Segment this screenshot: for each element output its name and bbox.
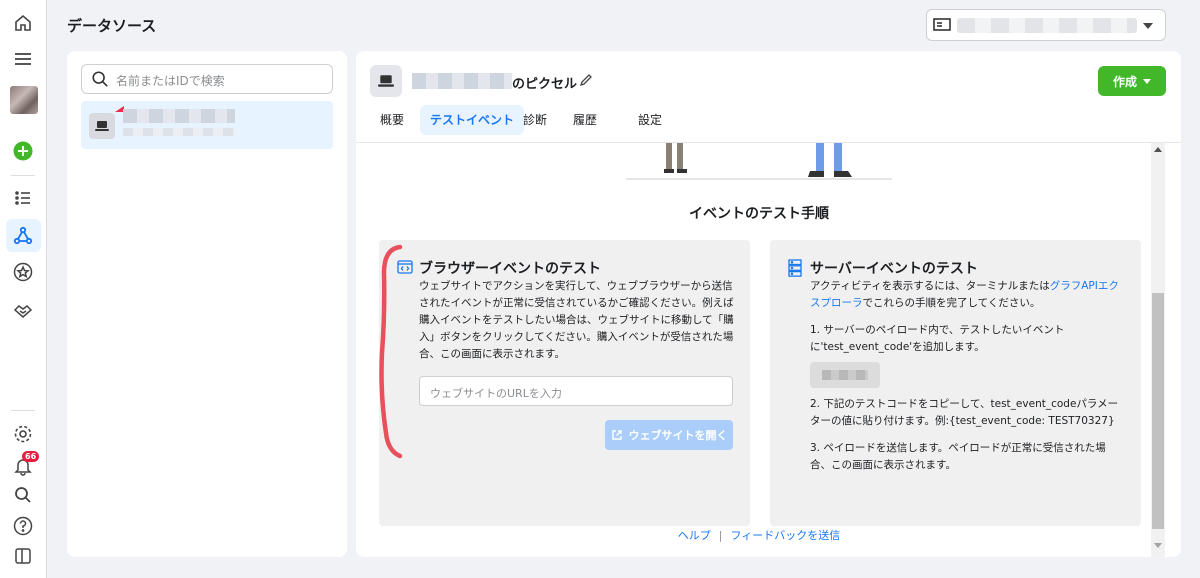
test-code-redacted[interactable] [810,362,880,388]
notification-badge: 66 [22,451,40,462]
card-title: ブラウザーイベントのテスト [419,261,601,277]
open-website-label: ウェブサイトを開く [628,429,728,442]
server-instructions: アクティビティを表示するには、ターミナルまたはグラフAPIエクスプローラでこれら… [810,278,1126,474]
page-title: データソース [67,17,157,35]
home-icon[interactable] [12,12,34,34]
chevron-down-icon [1143,78,1151,84]
left-nav-rail: 66 [0,0,47,578]
list-item[interactable] [81,101,333,149]
tab-history[interactable]: 履歴 [563,105,607,135]
tab-test-events[interactable]: テストイベント [420,105,525,135]
computer-icon [89,113,115,139]
pixel-name: のピクセル [512,77,578,92]
handshake-icon[interactable] [12,300,34,322]
help-link[interactable]: ヘルプ [678,529,711,542]
avatar[interactable] [10,86,38,114]
browser-event-test-card: ブラウザーイベントのテスト ウェブサイトでアクションを実行して、ウェブブラウザー… [379,240,750,526]
source-name-redacted [123,109,235,123]
star-icon[interactable] [12,261,34,283]
search-input[interactable]: 名前またはIDで検索 [81,64,333,94]
add-icon[interactable] [12,140,34,162]
search-placeholder: 名前またはIDで検索 [116,74,225,88]
card-description: ウェブサイトでアクションを実行して、ウェブブラウザーから送信されたイベントが正常… [419,280,734,360]
pixel-name-redacted [412,73,512,89]
footer-separator: | [718,529,723,542]
sidebar-toggle-icon[interactable] [12,545,34,567]
section-title: イベントのテスト手順 [689,206,829,222]
settings-icon[interactable] [12,423,34,445]
tab-settings[interactable]: 設定 [628,105,672,135]
source-id-redacted [123,128,235,136]
help-icon[interactable] [12,515,34,537]
tab-overview[interactable]: 概要 [370,105,414,135]
server-intro-text-end: でこれらの手順を完了してください。 [862,297,1041,309]
create-button-label: 作成 [1112,74,1137,89]
edit-pencil-icon[interactable] [579,73,593,90]
footer-links: ヘルプ | フィードバックを送信 [356,527,1162,543]
chevron-down-icon [1143,23,1153,29]
search-icon[interactable] [12,484,34,506]
url-placeholder: ウェブサイトのURLを入力 [430,387,562,400]
test-events-content[interactable]: イベントのテスト手順 ブラウザーイベントのテスト ウェブサイトでアクションを実行… [356,143,1181,557]
computer-icon [370,65,402,97]
list-icon[interactable] [12,187,34,209]
account-selector[interactable] [926,9,1166,41]
search-icon [91,70,109,91]
create-button[interactable]: 作成 [1098,66,1166,96]
tab-diagnostics[interactable]: 診断 [513,105,557,135]
server-icon [788,259,802,280]
send-feedback-link[interactable]: フィードバックを送信 [730,529,840,542]
step-1-text: 1. サーバーのペイロード内で、テストしたいイベントに'test_event_c… [810,324,1065,353]
scrollbar-thumb[interactable] [1152,293,1164,529]
server-intro-text: アクティビティを表示するには、ターミナルまたは [810,280,1050,292]
menu-icon[interactable] [12,48,34,70]
card-title: サーバーイベントのテスト [810,261,978,277]
rail-divider [11,410,35,411]
data-source-list-panel: 名前またはIDで検索 [67,51,347,557]
server-event-test-card: サーバーイベントのテスト アクティビティを表示するには、ターミナルまたはグラフA… [770,240,1141,526]
pixel-detail-panel: のピクセル 作成 概要 テストイベント 診断 履歴 設定 イベントのテスト手順 [356,51,1181,557]
scrollbar[interactable] [1151,143,1165,557]
open-website-button[interactable]: ウェブサイトを開く [605,420,733,450]
scroll-down-arrow-icon[interactable] [1154,543,1162,548]
rail-divider [11,175,35,176]
people-illustration [626,143,892,180]
external-link-icon [611,430,622,440]
red-annotation-mark [379,244,403,459]
step-2-text: 2. 下記のテストコードをコピーして、test_event_codeパラメーター… [810,398,1119,427]
account-icon [933,17,951,36]
scroll-up-arrow-icon[interactable] [1154,147,1162,152]
account-name-redacted [957,18,1137,33]
data-sources-icon[interactable] [12,225,34,247]
website-url-input[interactable]: ウェブサイトのURLを入力 [419,376,733,406]
step-3-text: 3. ペイロードを送信します。ペイロードが正常に受信された場合、この画面に表示さ… [810,442,1106,471]
